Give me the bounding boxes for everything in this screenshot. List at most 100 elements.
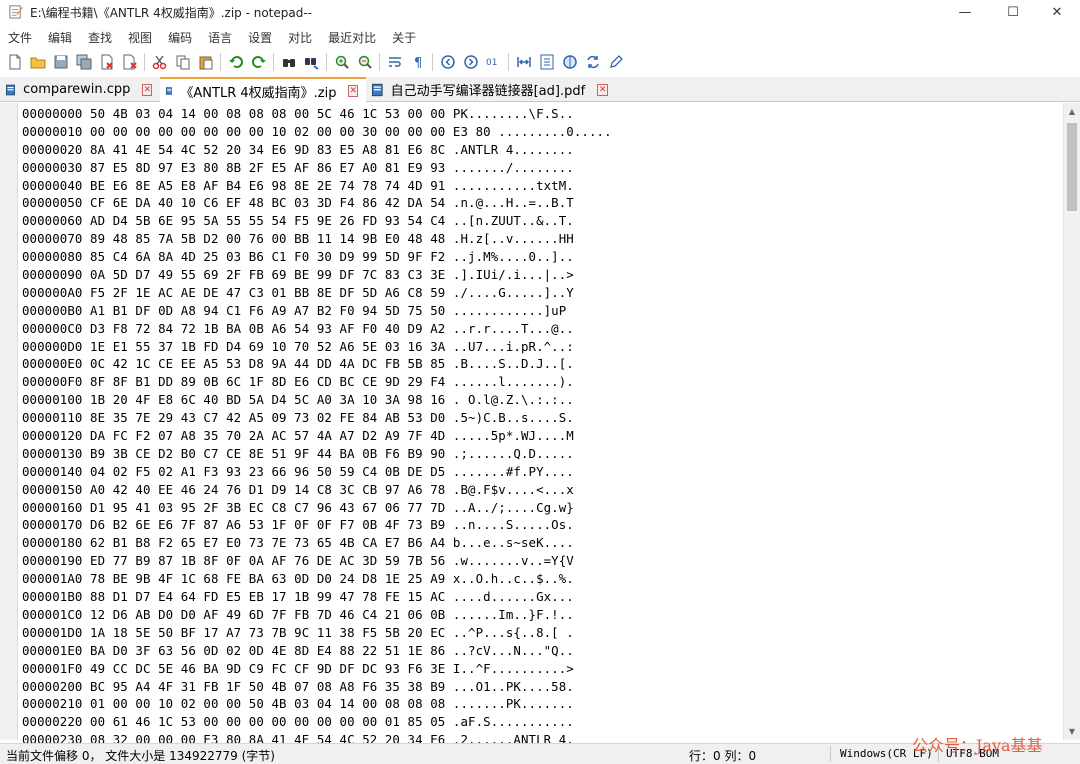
hex-line[interactable]: 00000180 62 B1 B8 F2 65 E7 E0 73 7E 73 6… [22, 534, 1058, 552]
hex-line[interactable]: 000000E0 0C 42 1C CE EE A5 53 D8 9A 44 D… [22, 355, 1058, 373]
sync-icon[interactable] [558, 51, 581, 73]
zoom-in-icon[interactable] [330, 51, 353, 73]
compare-icon[interactable] [512, 51, 535, 73]
hex-line[interactable]: 000001D0 1A 18 5E 50 BF 17 A7 73 7B 9C 1… [22, 624, 1058, 642]
menu-language[interactable]: 语言 [200, 27, 240, 47]
open-folder-icon[interactable] [26, 51, 49, 73]
hex-line[interactable]: 000000B0 A1 B1 DF 0D A8 94 C1 F6 A9 A7 B… [22, 302, 1058, 320]
menu-view[interactable]: 视图 [120, 27, 160, 47]
hex-line[interactable]: 00000210 01 00 00 10 02 00 00 50 4B 03 0… [22, 695, 1058, 713]
tab-bar: comparewin.cpp ✕ 《ANTLR 4权威指南》.zip ✕ 自己动… [0, 77, 1080, 103]
toolbar-separator [144, 53, 145, 71]
edit-icon[interactable] [604, 51, 627, 73]
hex-line[interactable]: 00000220 00 61 46 1C 53 00 00 00 00 00 0… [22, 713, 1058, 731]
minimize-button[interactable]: — [942, 0, 988, 24]
hex-line[interactable]: 00000140 04 02 F5 02 A1 F3 93 23 66 96 5… [22, 463, 1058, 481]
hex-line[interactable]: 00000190 ED 77 B9 87 1B 8F 0F 0A AF 76 D… [22, 552, 1058, 570]
file-icon [372, 83, 383, 96]
toolbar: ¶ 01 [0, 50, 1080, 74]
hex-line[interactable]: 000000A0 F5 2F 1E AC AE DE 47 C3 01 BB 8… [22, 284, 1058, 302]
new-file-icon[interactable] [3, 51, 26, 73]
menu-compare[interactable]: 对比 [280, 27, 320, 47]
tab-comparewin-cpp[interactable]: comparewin.cpp ✕ [0, 77, 160, 102]
save-icon[interactable] [49, 51, 72, 73]
find-icon[interactable] [277, 51, 300, 73]
paste-icon[interactable] [194, 51, 217, 73]
tab-close-button[interactable]: ✕ [348, 85, 358, 97]
hex-line[interactable]: 00000100 1B 20 4F E8 6C 40 BD 5A D4 5C A… [22, 391, 1058, 409]
hex-line[interactable]: 00000110 8E 35 7E 29 43 C7 42 A5 09 73 0… [22, 409, 1058, 427]
menu-edit[interactable]: 编辑 [40, 27, 80, 47]
tab-close-button[interactable]: ✕ [597, 83, 608, 96]
next-icon[interactable] [459, 51, 482, 73]
save-all-icon[interactable] [72, 51, 95, 73]
status-separator [830, 746, 831, 762]
file-offset-info: 当前文件偏移 0， 文件大小是 134922779 (字节) [6, 749, 275, 763]
hex-line[interactable]: 00000080 85 C4 6A 8A 4D 25 03 B6 C1 F0 3… [22, 248, 1058, 266]
menu-file[interactable]: 文件 [0, 27, 40, 47]
hex-line[interactable]: 00000060 AD D4 5B 6E 95 5A 55 55 54 F5 9… [22, 212, 1058, 230]
cut-icon[interactable] [148, 51, 171, 73]
word-wrap-icon[interactable] [383, 51, 406, 73]
tab-compiler-pdf[interactable]: 自己动手写编译器链接器[ad].pdf ✕ [366, 77, 616, 102]
hex-line[interactable]: 00000020 8A 41 4E 54 4C 52 20 34 E6 9D 8… [22, 141, 1058, 159]
tab-label: comparewin.cpp [23, 82, 131, 97]
menu-settings[interactable]: 设置 [240, 27, 280, 47]
scroll-down-icon[interactable]: ▼ [1064, 723, 1080, 740]
file-list-icon[interactable] [535, 51, 558, 73]
replace-icon[interactable] [300, 51, 323, 73]
hex-line[interactable]: 000001B0 88 D1 D7 E4 64 FD E5 EB 17 1B 9… [22, 588, 1058, 606]
file-icon [6, 84, 16, 95]
menu-encoding[interactable]: 编码 [160, 27, 200, 47]
close-all-icon[interactable] [118, 51, 141, 73]
hex-line[interactable]: 00000010 00 00 00 00 00 00 00 00 10 02 0… [22, 123, 1058, 141]
hex-line[interactable]: 00000050 CF 6E DA 40 10 C6 EF 48 BC 03 3… [22, 194, 1058, 212]
toolbar-separator [220, 53, 221, 71]
hex-line[interactable]: 00000070 89 48 85 7A 5B D2 00 76 00 BB 1… [22, 230, 1058, 248]
hex-line[interactable]: 00000200 BC 95 A4 4F 31 FB 1F 50 4B 07 0… [22, 678, 1058, 696]
redo-icon[interactable] [247, 51, 270, 73]
hex-line[interactable]: 00000160 D1 95 41 03 95 2F 3B EC C8 C7 9… [22, 499, 1058, 517]
close-window-button[interactable]: ✕ [1034, 0, 1080, 24]
notepad-app-icon [9, 5, 23, 19]
editor-gutter [0, 103, 18, 740]
hex-line[interactable]: 00000170 D6 B2 6E E6 7F 87 A6 53 1F 0F 0… [22, 516, 1058, 534]
hex-line[interactable]: 000001F0 49 CC DC 5E 46 BA 9D C9 FC CF 9… [22, 660, 1058, 678]
hex-line[interactable]: 00000040 BE E6 8E A5 E8 AF B4 E6 98 8E 2… [22, 177, 1058, 195]
close-icon[interactable] [95, 51, 118, 73]
prev-icon[interactable] [436, 51, 459, 73]
scroll-thumb[interactable] [1067, 123, 1077, 211]
tab-label: 自己动手写编译器链接器[ad].pdf [390, 84, 586, 99]
vertical-scrollbar[interactable]: ▲ ▼ [1063, 103, 1080, 740]
copy-icon[interactable] [171, 51, 194, 73]
hex-line[interactable]: 00000090 0A 5D D7 49 55 69 2F FB 69 BE 9… [22, 266, 1058, 284]
hex-line[interactable]: 000001A0 78 BE 9B 4F 1C 68 FE BA 63 0D D… [22, 570, 1058, 588]
hex-line[interactable]: 00000150 A0 42 40 EE 46 24 76 D1 D9 14 C… [22, 481, 1058, 499]
menu-recent-compare[interactable]: 最近对比 [320, 27, 384, 47]
maximize-button[interactable]: ☐ [990, 0, 1036, 24]
tab-label: 《ANTLR 4权威指南》.zip [180, 85, 337, 101]
title-bar: E:\编程书籍\《ANTLR 4权威指南》.zip - notepad-- — … [0, 0, 1080, 24]
hex-line[interactable]: 000000C0 D3 F8 72 84 72 1B BA 0B A6 54 9… [22, 320, 1058, 338]
refresh-icon[interactable] [581, 51, 604, 73]
hex-line[interactable]: 000001C0 12 D6 AB D0 D0 AF 49 6D 7F FB 7… [22, 606, 1058, 624]
hex-line[interactable]: 00000130 B9 3B CE D2 B0 C7 CE 8E 51 9F 4… [22, 445, 1058, 463]
menu-find[interactable]: 查找 [80, 27, 120, 47]
hex-content[interactable]: 00000000 50 4B 03 04 14 00 08 08 08 00 5… [22, 105, 1058, 749]
tab-close-button[interactable]: ✕ [142, 83, 152, 96]
tab-antlr-zip[interactable]: 《ANTLR 4权威指南》.zip ✕ [160, 77, 366, 103]
menu-about[interactable]: 关于 [384, 27, 424, 47]
undo-icon[interactable] [224, 51, 247, 73]
hex-line[interactable]: 000000D0 1E E1 55 37 1B FD D4 69 10 70 5… [22, 338, 1058, 356]
show-symbols-icon[interactable]: ¶ [406, 51, 429, 73]
hex-line[interactable]: 000000F0 8F 8F B1 DD 89 0B 6C 1F 8D E6 C… [22, 373, 1058, 391]
zoom-out-icon[interactable] [353, 51, 376, 73]
hex-line[interactable]: 00000030 87 E5 8D 97 E3 80 8B 2F E5 AF 8… [22, 159, 1058, 177]
binary-icon[interactable]: 01 [482, 51, 505, 73]
hex-line[interactable]: 00000000 50 4B 03 04 14 00 08 08 08 00 5… [22, 105, 1058, 123]
hex-line[interactable]: 00000120 DA FC F2 07 A8 35 70 2A AC 57 4… [22, 427, 1058, 445]
scroll-up-icon[interactable]: ▲ [1064, 103, 1080, 120]
toolbar-separator [326, 53, 327, 71]
hex-editor[interactable]: 00000000 50 4B 03 04 14 00 08 08 08 00 5… [0, 103, 1080, 747]
hex-line[interactable]: 000001E0 BA D0 3F 63 56 0D 02 0D 4E 8D E… [22, 642, 1058, 660]
